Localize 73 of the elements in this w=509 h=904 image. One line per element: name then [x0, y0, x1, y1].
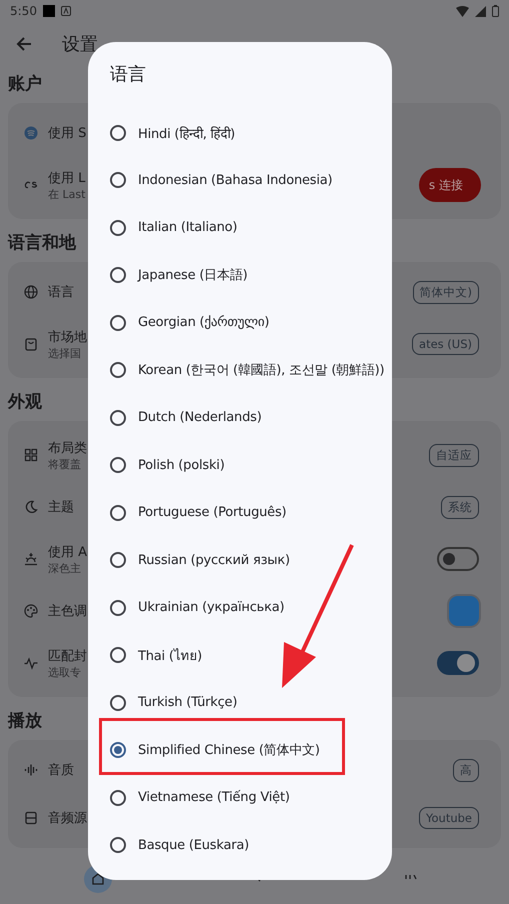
setting-label: 主色调 — [48, 603, 87, 620]
radio-button[interactable] — [110, 600, 126, 616]
radio-button[interactable] — [110, 314, 126, 331]
color-swatch[interactable] — [449, 596, 479, 626]
globe-icon — [24, 285, 38, 299]
setting-label: 匹配封 — [48, 648, 87, 664]
language-option[interactable]: Basque (Euskara) — [138, 838, 250, 853]
wifi-icon — [456, 6, 469, 16]
section-title: 播放 — [8, 710, 42, 733]
connect-button[interactable]: s 连接 — [418, 168, 481, 202]
language-option[interactable]: Dutch (Nederlands) — [138, 410, 262, 426]
setting-label: 语言 — [48, 284, 74, 301]
radio-button[interactable] — [110, 837, 126, 854]
dialog-title: 语言 — [109, 63, 147, 87]
language-option[interactable]: Portuguese (Português) — [138, 505, 286, 520]
radio-button[interactable] — [110, 647, 126, 664]
setting-label: 音质 — [48, 762, 74, 779]
radio-button[interactable] — [110, 742, 126, 758]
setting-description: 将覆盖 — [48, 456, 82, 472]
language-option[interactable]: Hindi (हिन्दी, हिंदी) — [138, 124, 236, 142]
radio-button[interactable] — [110, 220, 126, 236]
notification-icon — [60, 6, 71, 16]
bag-icon — [24, 337, 38, 351]
section-title: 账户 — [8, 73, 42, 96]
setting-label: 使用 A — [48, 544, 88, 560]
setting-label: 音频源 — [48, 810, 87, 827]
radio-button[interactable] — [110, 790, 126, 806]
signal-icon — [475, 6, 486, 16]
radio-button[interactable] — [110, 694, 126, 711]
section-title: 语言和地 — [8, 232, 76, 255]
radio-button[interactable] — [110, 267, 126, 284]
language-option[interactable]: Russian (русский язык) — [138, 552, 290, 568]
setting-label: 使用 L — [48, 170, 86, 186]
back-icon[interactable] — [16, 37, 32, 51]
setting-label: 主题 — [48, 499, 74, 516]
section-title: 外观 — [8, 391, 42, 414]
moon-icon — [24, 500, 38, 514]
palette-icon — [24, 604, 38, 618]
setting-description: 选择国 — [48, 346, 82, 360]
radio-button[interactable] — [110, 172, 126, 188]
radio-button[interactable] — [110, 504, 126, 521]
setting-label: 使用 S — [48, 125, 86, 142]
page-title: 设置 — [62, 33, 98, 56]
language-option[interactable]: Japanese (日本語) — [138, 266, 248, 284]
language-option[interactable]: Korean (한국어 (韓國語), 조선말 (朝鮮語)) — [138, 361, 384, 380]
toggle-switch[interactable] — [437, 651, 479, 675]
language-option[interactable]: Georgian (ქართული) — [138, 315, 270, 330]
radio-button[interactable] — [110, 362, 126, 378]
setting-description: 选取专 — [48, 664, 82, 680]
language-option[interactable]: Indonesian (Bahasa Indonesia) — [138, 172, 332, 188]
language-option[interactable]: Thai (ไทย) — [138, 644, 202, 666]
language-option[interactable]: Simplified Chinese (简体中文) — [138, 741, 320, 760]
radio-button[interactable] — [110, 124, 126, 141]
bars-icon — [24, 763, 38, 777]
status-time: 5:50 — [10, 4, 37, 18]
battery-icon — [492, 5, 499, 17]
radio-button[interactable] — [110, 410, 126, 426]
setting-description: 在 Last — [48, 186, 86, 202]
toggle-switch[interactable] — [437, 547, 479, 571]
setting-label: 布局类 — [48, 440, 87, 456]
language-option[interactable]: Ukrainian (українська) — [138, 600, 284, 616]
wave-icon — [24, 656, 38, 670]
language-option[interactable]: Turkish (Türkçe) — [138, 695, 238, 710]
radio-button[interactable] — [110, 457, 126, 474]
setting-label: 市场地 — [48, 328, 87, 346]
notification-icon — [42, 5, 55, 17]
language-option[interactable]: Italian (Italiano) — [138, 220, 238, 236]
radio-button[interactable] — [110, 552, 126, 568]
setting-description: 深色主 — [48, 560, 82, 576]
sun-icon — [24, 552, 38, 566]
grid-icon — [24, 448, 38, 462]
language-option[interactable]: Polish (polski) — [138, 458, 225, 473]
language-option[interactable]: Vietnamese (Tiếng Việt) — [138, 790, 290, 806]
